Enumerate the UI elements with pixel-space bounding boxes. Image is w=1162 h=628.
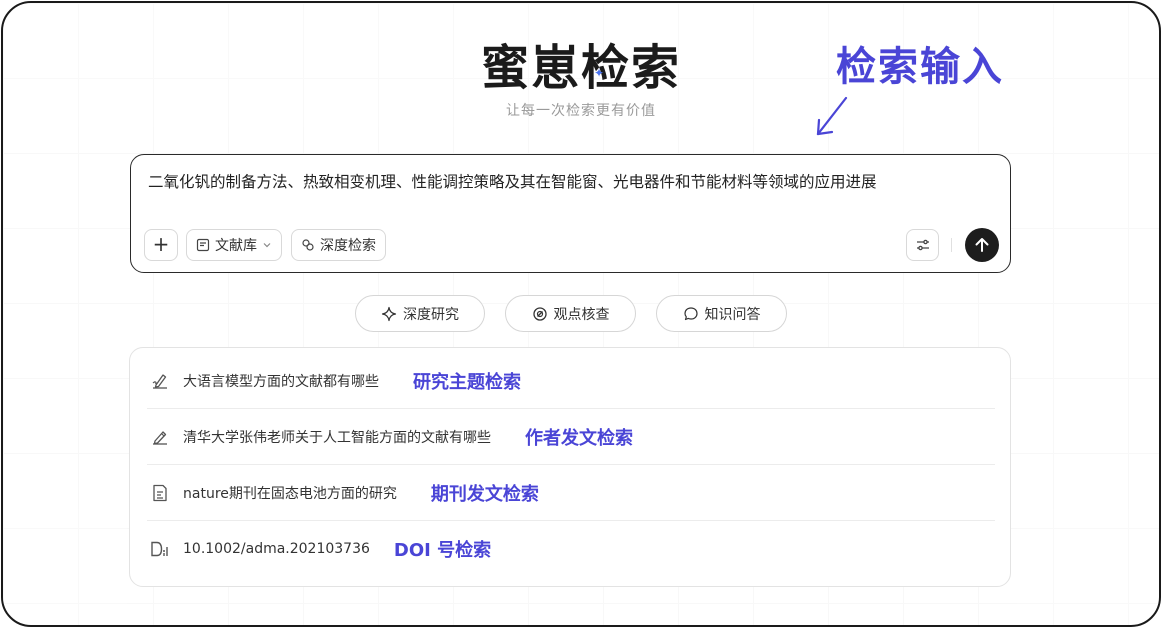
- mode-label: 观点核查: [553, 306, 610, 323]
- sliders-icon: [916, 239, 929, 251]
- pen-doc-icon: [152, 373, 167, 389]
- example-item[interactable]: 清华大学张伟老师关于人工智能方面的文献有哪些 作者发文检索: [147, 409, 995, 465]
- annotation-search-input: 检索输入: [836, 44, 1004, 90]
- chevron-down-icon: [263, 243, 271, 248]
- example-item[interactable]: 10.1002/adma.202103736 DOI 号检索: [147, 521, 995, 577]
- add-button[interactable]: +: [144, 229, 178, 261]
- arrow-up-icon: [975, 238, 989, 252]
- search-box[interactable]: 二氧化钒的制备方法、热致相变机理、性能调控策略及其在智能窗、光电器件和节能材料等…: [130, 154, 1011, 273]
- link-icon: [302, 239, 314, 251]
- doi-icon: [151, 541, 168, 557]
- send-button[interactable]: [965, 228, 999, 262]
- annotation-arrow-icon: [816, 96, 848, 136]
- settings-button[interactable]: [906, 229, 939, 261]
- logo-sparkle-icon: ✦: [594, 66, 605, 80]
- sparkle-icon: [381, 306, 397, 321]
- library-select[interactable]: 文献库: [186, 229, 282, 261]
- journal-icon: [153, 484, 167, 501]
- example-item[interactable]: 大语言模型方面的文献都有哪些 研究主题检索: [147, 353, 995, 409]
- tagline: 让每一次检索更有价值: [506, 103, 656, 119]
- mode-label: 深度研究: [403, 306, 459, 323]
- example-tag: 研究主题检索: [413, 371, 521, 393]
- search-query-input[interactable]: 二氧化钒的制备方法、热致相变机理、性能调控策略及其在智能窗、光电器件和节能材料等…: [148, 171, 877, 193]
- edit-icon: [153, 430, 167, 445]
- mode-knowledge-qa[interactable]: 知识问答: [656, 295, 787, 332]
- example-text: 10.1002/adma.202103736: [183, 541, 370, 557]
- example-tag: DOI 号检索: [393, 540, 492, 561]
- check-circle-icon: [532, 306, 547, 321]
- example-queries-panel: 大语言模型方面的文献都有哪些 研究主题检索 清华大学张伟老师关于人工智能方面的文…: [129, 347, 1011, 587]
- example-item[interactable]: nature期刊在固态电池方面的研究 期刊发文检索: [147, 465, 995, 521]
- mode-label: 知识问答: [704, 306, 761, 323]
- example-text: 大语言模型方面的文献都有哪些: [183, 373, 379, 390]
- toolbar-divider: [951, 238, 952, 252]
- library-label: 文献库: [215, 238, 257, 254]
- chat-bubble-icon: [683, 306, 698, 320]
- example-tag: 期刊发文检索: [430, 483, 539, 505]
- library-icon: [196, 238, 210, 252]
- mode-deep-research[interactable]: 深度研究: [355, 295, 485, 332]
- deep-search-toggle[interactable]: 深度检索: [291, 229, 386, 261]
- deep-search-label: 深度检索: [320, 238, 376, 254]
- mode-fact-check[interactable]: 观点核查: [505, 295, 636, 332]
- example-text: nature期刊在固态电池方面的研究: [183, 485, 397, 502]
- example-text: 清华大学张伟老师关于人工智能方面的文献有哪些: [183, 429, 491, 446]
- example-tag: 作者发文检索: [525, 427, 633, 449]
